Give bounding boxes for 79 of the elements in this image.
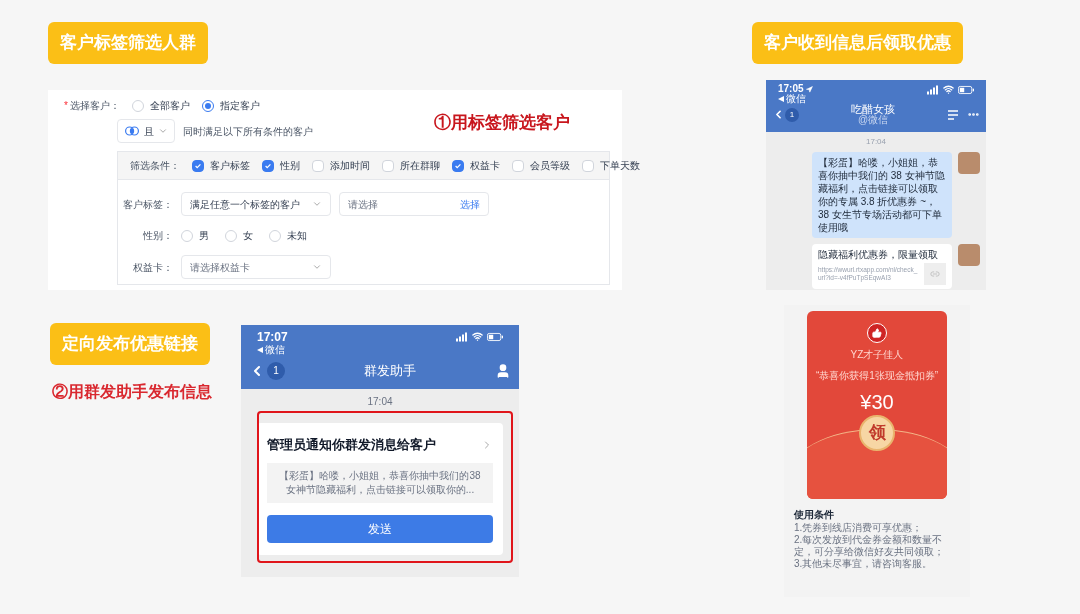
radio-label: 女 [243, 229, 253, 243]
location-arrow-icon [805, 85, 813, 93]
checkbox-label: 添加时间 [330, 159, 370, 173]
checkbox[interactable] [192, 159, 204, 172]
required-mark: * [64, 99, 68, 113]
checkbox-label: 下单天数 [600, 159, 640, 173]
chat-subtitle: @微信 [857, 115, 889, 125]
field-label: 选择客户： [70, 99, 120, 113]
sender-name: YZ才子佳人 [850, 348, 904, 362]
checkbox[interactable] [452, 159, 464, 172]
logic-dropdown[interactable]: 且 [117, 119, 175, 143]
radio-label: 男 [199, 229, 209, 243]
wifi-icon [472, 331, 483, 342]
chevron-down-icon [312, 199, 322, 209]
section-badge: 定向发布优惠链接 [50, 323, 210, 365]
signal-icon [456, 331, 468, 342]
checkmark-icon [264, 161, 272, 170]
checkbox[interactable] [262, 159, 274, 172]
chevron-down-icon [312, 262, 322, 272]
tag-select-field[interactable]: 请选择 选择 [339, 192, 489, 216]
status-time: 17:07 [257, 331, 288, 343]
coupon-amount: ¥30 [860, 390, 894, 415]
unread-count: 1 [785, 107, 799, 122]
claim-button[interactable]: 领 [859, 415, 895, 451]
checkmark-icon [194, 161, 202, 170]
radio-label: 全部客户 [150, 99, 190, 113]
send-button[interactable]: 发送 [267, 514, 493, 543]
photo-placeholder [958, 244, 980, 266]
checkbox-label: 所在群聊 [400, 159, 440, 173]
logic-hint: 同时满足以下所有条件的客户 [183, 124, 313, 139]
back-app-link[interactable]: 微信 [786, 94, 806, 104]
annotation-text: ②用群发助手发布信息 [52, 382, 212, 402]
checkbox-label: 性别 [280, 159, 300, 173]
link-icon [930, 269, 940, 279]
intersection-icon [124, 125, 140, 137]
terms-title: 使用条件 [794, 508, 835, 522]
message-preview: 【彩蛋】哈喽，小姐姐，恭喜你抽中我们的38女神节隐藏福利，点击链接可以领取你的... [267, 462, 493, 503]
thumbs-up-icon [872, 328, 882, 338]
link-title: 隐藏福利优惠券，限量领取 [818, 248, 939, 261]
chevron-down-icon [158, 126, 168, 136]
status-time: 17:05 [778, 84, 804, 94]
coupon-message: “恭喜你获得1张现金抵扣券” [815, 369, 939, 383]
chat-title: 群发助手 [364, 362, 416, 380]
radio-button[interactable] [202, 99, 214, 112]
radio-label: 指定客户 [220, 99, 260, 113]
filter-label: 筛选条件： [130, 159, 180, 173]
card-title: 管理员通知你群发消息给客户 [267, 436, 436, 454]
checkbox-label: 客户标签 [210, 159, 250, 173]
terms-item: 2.每次发放到代金券金额和数量不定，可分享给微信好友共同领取； [794, 534, 945, 558]
field-label: 性别： [142, 229, 173, 243]
timestamp: 17:04 [366, 397, 394, 407]
card-dropdown[interactable]: 请选择权益卡 [181, 255, 331, 279]
tag-mode-dropdown[interactable]: 满足任意一个标签的客户 [181, 192, 331, 216]
timestamp: 17:04 [865, 136, 887, 148]
back-triangle-icon [778, 96, 784, 102]
back-app-link[interactable]: 微信 [265, 345, 285, 355]
select-link[interactable]: 选择 [460, 196, 480, 212]
photo-placeholder [958, 152, 980, 174]
unread-count: 1 [267, 361, 285, 380]
battery-icon [487, 331, 503, 342]
signal-icon [927, 84, 939, 95]
field-label: 权益卡： [132, 260, 173, 275]
message-bubble: 【彩蛋】哈喽，小姐姐，恭喜你抽中我们的 38 女神节隐藏福利，点击链接可以领取你的专属 3.8 折优惠券 ~，38 女生节专场活动都可下单使用哦 [812, 152, 952, 238]
chat-title: 吃醋女孩 [851, 104, 895, 115]
back-triangle-icon [257, 347, 263, 353]
terms-item: 3.其他未尽事宜，请咨询客服。 [794, 558, 934, 570]
profile-icon[interactable] [495, 362, 511, 379]
checkmark-icon [454, 161, 462, 170]
checkbox-label: 会员等级 [530, 159, 570, 173]
list-icon[interactable] [947, 109, 959, 120]
checkbox-label: 权益卡 [470, 159, 500, 173]
battery-icon [958, 84, 974, 95]
wifi-icon [943, 84, 954, 95]
field-label: 客户标签： [122, 197, 173, 212]
terms-item: 1.凭券到线店消费可享优惠； [794, 522, 924, 534]
radio-label: 未知 [287, 229, 307, 243]
section-badge: 客户标签筛选人群 [48, 22, 208, 64]
annotation-text: ①用标签筛选客户 [434, 112, 570, 135]
section-badge: 客户收到信息后领取优惠 [752, 22, 963, 64]
